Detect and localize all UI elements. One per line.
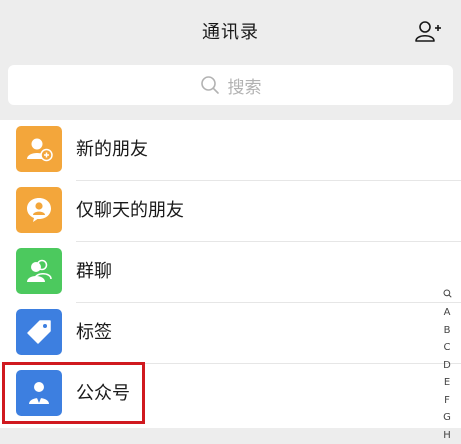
list-item-label: 仅聊天的朋友 — [76, 196, 184, 222]
group-chat-icon — [16, 248, 62, 294]
index-letter[interactable]: A — [444, 304, 451, 322]
list-item-new-friends[interactable]: 新的朋友 — [0, 120, 461, 181]
page-title: 通讯录 — [0, 18, 461, 44]
index-letter[interactable]: H — [443, 427, 451, 444]
chat-only-friend-icon — [16, 187, 62, 233]
index-letter[interactable]: E — [444, 374, 450, 392]
search-placeholder: 搜索 — [228, 73, 262, 98]
highlight-box — [2, 362, 145, 424]
list-item-label: 标签 — [76, 318, 112, 344]
list-item-label: 新的朋友 — [76, 135, 148, 161]
index-letter[interactable]: D — [443, 357, 451, 375]
alphabet-index[interactable]: A B C D E F G H — [441, 288, 453, 444]
tag-icon — [16, 309, 62, 355]
index-search-icon[interactable] — [443, 288, 452, 304]
list-item-chat-only-friends[interactable]: 仅聊天的朋友 — [0, 181, 461, 242]
index-letter[interactable]: F — [444, 392, 450, 410]
search-bar[interactable]: 搜索 — [8, 65, 453, 105]
list-item-group-chats[interactable]: 群聊 — [0, 242, 461, 303]
search-placeholder-group: 搜索 — [200, 73, 262, 98]
index-letter[interactable]: C — [444, 339, 451, 357]
search-icon — [200, 75, 220, 95]
list-item-tags[interactable]: 标签 — [0, 303, 461, 364]
index-letter[interactable]: B — [444, 322, 451, 340]
index-letter[interactable]: G — [443, 409, 451, 427]
add-contact-icon — [415, 19, 441, 43]
header: 通讯录 — [0, 0, 461, 62]
new-friend-icon — [16, 126, 62, 172]
add-contact-button[interactable] — [413, 16, 443, 46]
list-item-label: 群聊 — [76, 257, 112, 283]
